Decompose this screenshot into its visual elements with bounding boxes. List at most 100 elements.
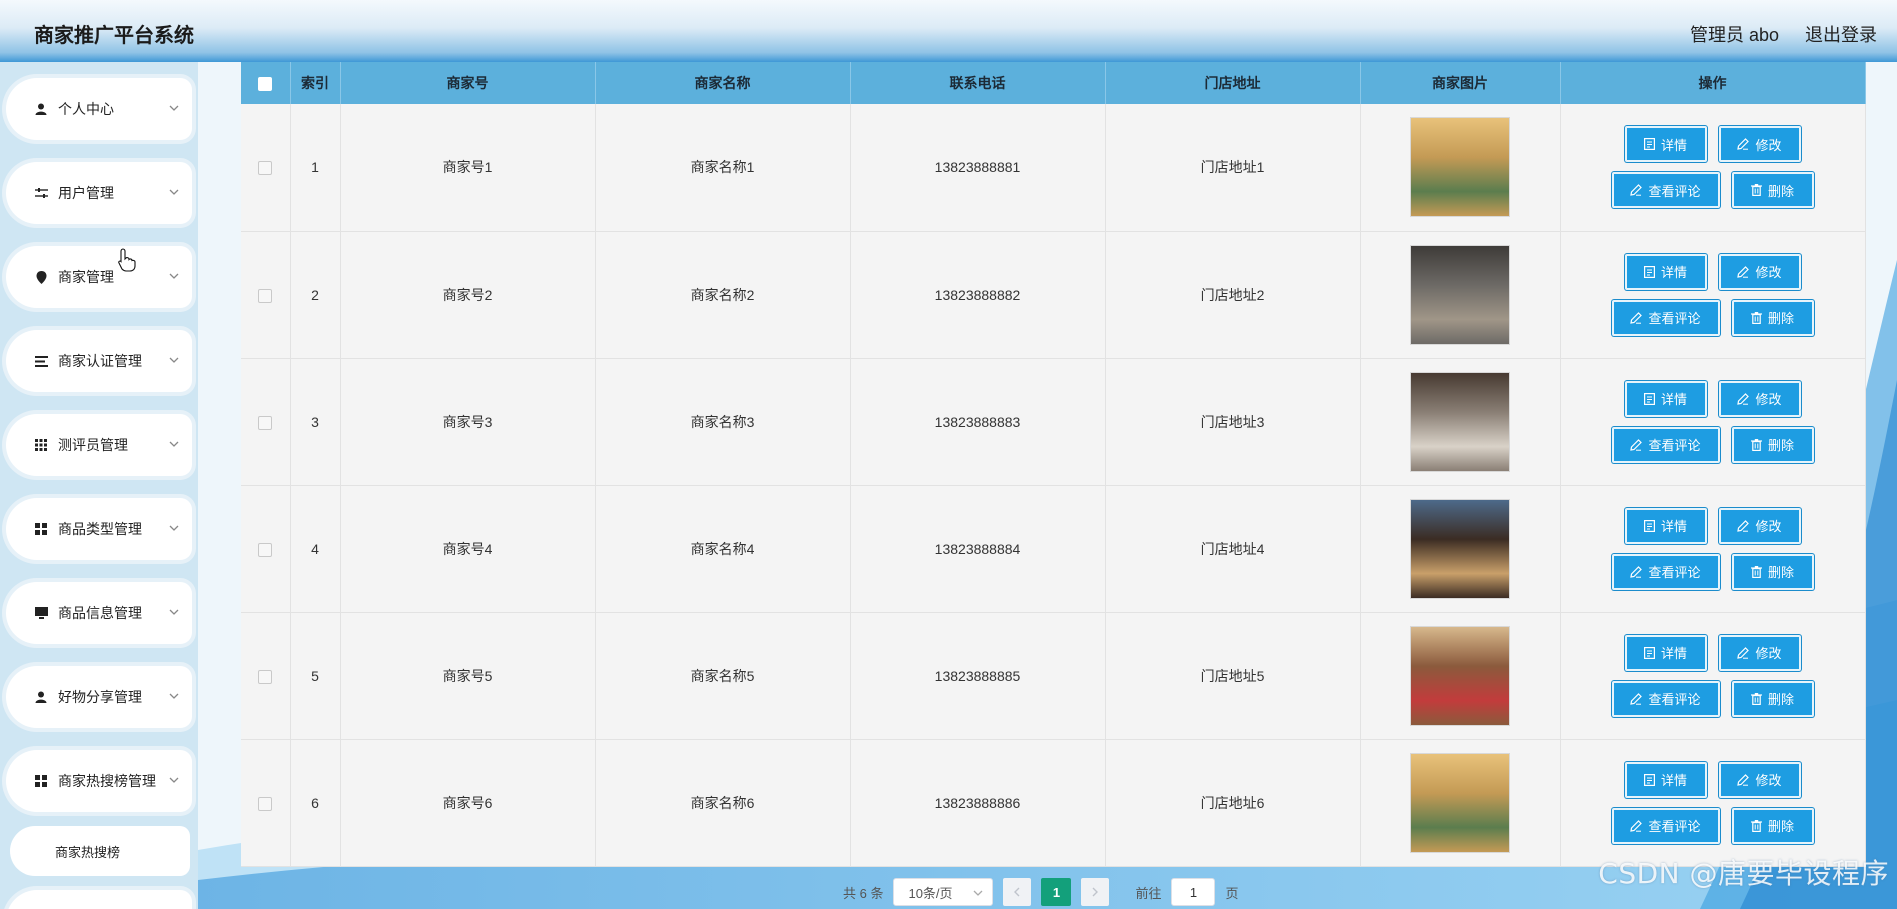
row-checkbox[interactable] — [258, 796, 273, 811]
detail-button[interactable]: 详情 — [1624, 380, 1707, 417]
trash-icon — [1750, 819, 1762, 832]
sidebar-item-goods-sharing-management[interactable]: 好物分享管理 — [6, 666, 192, 728]
image-cell — [1360, 485, 1561, 613]
detail-button[interactable]: 详情 — [1624, 253, 1707, 290]
pencil-icon — [1737, 138, 1750, 150]
sidebar-item-product-type-management[interactable]: 商品类型管理 — [6, 498, 192, 560]
detail-button-label: 详情 — [1660, 392, 1687, 407]
select-all-checkbox[interactable] — [258, 77, 273, 92]
edit-button-label: 修改 — [1755, 519, 1782, 534]
sidebar-item-partial — [6, 890, 192, 909]
delete-button[interactable]: 删除 — [1731, 807, 1814, 844]
pencil-icon — [1737, 773, 1750, 786]
prev-page-button[interactable] — [1003, 878, 1032, 906]
edit-button[interactable]: 修改 — [1718, 253, 1801, 290]
sidebar-item-merchant-certification[interactable]: 商家认证管理 — [6, 330, 192, 392]
index-cell: 5 — [290, 612, 341, 740]
edit-button[interactable]: 修改 — [1718, 126, 1801, 163]
detail-button[interactable]: 详情 — [1624, 507, 1707, 544]
index-cell: 6 — [290, 739, 341, 867]
page-size-select[interactable]: 10条/页 — [893, 878, 994, 906]
sidebar-item-label: 用户管理 — [58, 185, 114, 201]
phone-cell: 13823888884 — [850, 485, 1106, 613]
delete-button[interactable]: 删除 — [1731, 680, 1814, 717]
goto-page-input[interactable] — [1171, 878, 1216, 906]
row-checkbox[interactable] — [258, 542, 273, 557]
sidebar-subitem-label: 商家热搜榜 — [55, 844, 121, 860]
delete-button-label: 删除 — [1767, 311, 1794, 326]
sidebar-item-hot-search-management[interactable]: 商家热搜榜管理 — [6, 750, 192, 812]
column-header: 索引 — [290, 62, 341, 104]
address-cell: 门店地址2 — [1105, 231, 1361, 359]
merchant-image[interactable] — [1410, 244, 1510, 345]
next-page-button[interactable] — [1081, 878, 1110, 906]
sidebar-item-user-management[interactable]: 用户管理 — [6, 162, 192, 224]
document-icon — [1643, 773, 1655, 786]
logout-button[interactable]: 退出登录 — [1805, 21, 1877, 47]
sidebar-item-personal-center[interactable]: 个人中心 — [6, 78, 192, 140]
view-comments-button[interactable]: 查看评论 — [1611, 680, 1720, 717]
document-icon — [1643, 265, 1655, 278]
merchant-image[interactable] — [1410, 371, 1510, 472]
table-row: 3 商家号3 商家名称3 13823888883 门店地址3 详情 修改 查看评… — [241, 358, 1866, 486]
column-header: 联系电话 — [850, 62, 1106, 104]
image-cell — [1360, 612, 1561, 740]
user-icon — [34, 690, 48, 704]
sidebar-item-reviewer-management[interactable]: 测评员管理 — [6, 414, 192, 476]
chevron-down-icon — [169, 441, 179, 447]
actions-cell: 详情 修改 查看评论 删除 — [1560, 739, 1866, 867]
sidebar-item-label: 商家管理 — [58, 269, 114, 285]
pencil-icon — [1737, 519, 1750, 532]
merchant-image[interactable] — [1410, 498, 1510, 599]
chevron-down-icon — [169, 525, 179, 531]
merchant-name-cell: 商家名称6 — [595, 739, 851, 867]
delete-button-label: 删除 — [1767, 438, 1794, 453]
column-header: 商家图片 — [1360, 62, 1561, 104]
sidebar-item-product-info-management[interactable]: 商品信息管理 — [6, 582, 192, 644]
grid-icon — [34, 438, 48, 452]
detail-button[interactable]: 详情 — [1624, 126, 1707, 163]
merchant-no-cell: 商家号6 — [340, 739, 596, 867]
pencil-icon — [1630, 565, 1643, 578]
view-comments-button[interactable]: 查看评论 — [1611, 807, 1720, 844]
edit-button[interactable]: 修改 — [1718, 380, 1801, 417]
trash-icon — [1750, 438, 1762, 451]
sidebar-item-label: 商家认证管理 — [58, 353, 142, 369]
edit-button[interactable]: 修改 — [1718, 761, 1801, 798]
image-cell — [1360, 231, 1561, 359]
delete-button[interactable]: 删除 — [1731, 553, 1814, 590]
page-number-current[interactable]: 1 — [1041, 878, 1072, 906]
row-checkbox[interactable] — [258, 288, 273, 303]
merchant-no-cell: 商家号5 — [340, 612, 596, 740]
delete-button[interactable]: 删除 — [1731, 299, 1814, 336]
edit-button[interactable]: 修改 — [1718, 634, 1801, 671]
delete-button[interactable]: 删除 — [1731, 172, 1814, 209]
merchant-image[interactable] — [1410, 625, 1510, 726]
sidebar-item-label: 商品类型管理 — [58, 521, 142, 537]
detail-button[interactable]: 详情 — [1624, 634, 1707, 671]
row-checkbox[interactable] — [258, 669, 273, 684]
merchant-image[interactable] — [1410, 117, 1510, 218]
view-comments-button[interactable]: 查看评论 — [1611, 553, 1720, 590]
row-checkbox[interactable] — [258, 161, 273, 176]
chevron-down-icon — [169, 273, 179, 279]
actions-cell: 详情 修改 查看评论 删除 — [1560, 231, 1866, 359]
document-icon — [1643, 138, 1655, 151]
view-comments-button[interactable]: 查看评论 — [1611, 172, 1720, 209]
delete-button[interactable]: 删除 — [1731, 426, 1814, 463]
row-checkbox[interactable] — [258, 415, 273, 430]
view-comments-button[interactable]: 查看评论 — [1611, 299, 1720, 336]
detail-button[interactable]: 详情 — [1624, 761, 1707, 798]
index-cell: 3 — [290, 358, 341, 486]
view-comments-button[interactable]: 查看评论 — [1611, 426, 1720, 463]
sidebar-subitem-hot-search[interactable]: 商家热搜榜 — [10, 826, 190, 876]
merchant-image[interactable] — [1410, 752, 1510, 853]
phone-cell: 13823888882 — [850, 231, 1106, 359]
detail-button-label: 详情 — [1660, 265, 1687, 280]
view-comments-button-label: 查看评论 — [1648, 565, 1701, 580]
view-comments-button-label: 查看评论 — [1648, 819, 1701, 834]
sidebar-item-merchant-management[interactable]: 商家管理 — [6, 246, 192, 308]
edit-button[interactable]: 修改 — [1718, 507, 1801, 544]
index-cell: 1 — [290, 104, 341, 232]
edit-button-label: 修改 — [1755, 392, 1782, 407]
